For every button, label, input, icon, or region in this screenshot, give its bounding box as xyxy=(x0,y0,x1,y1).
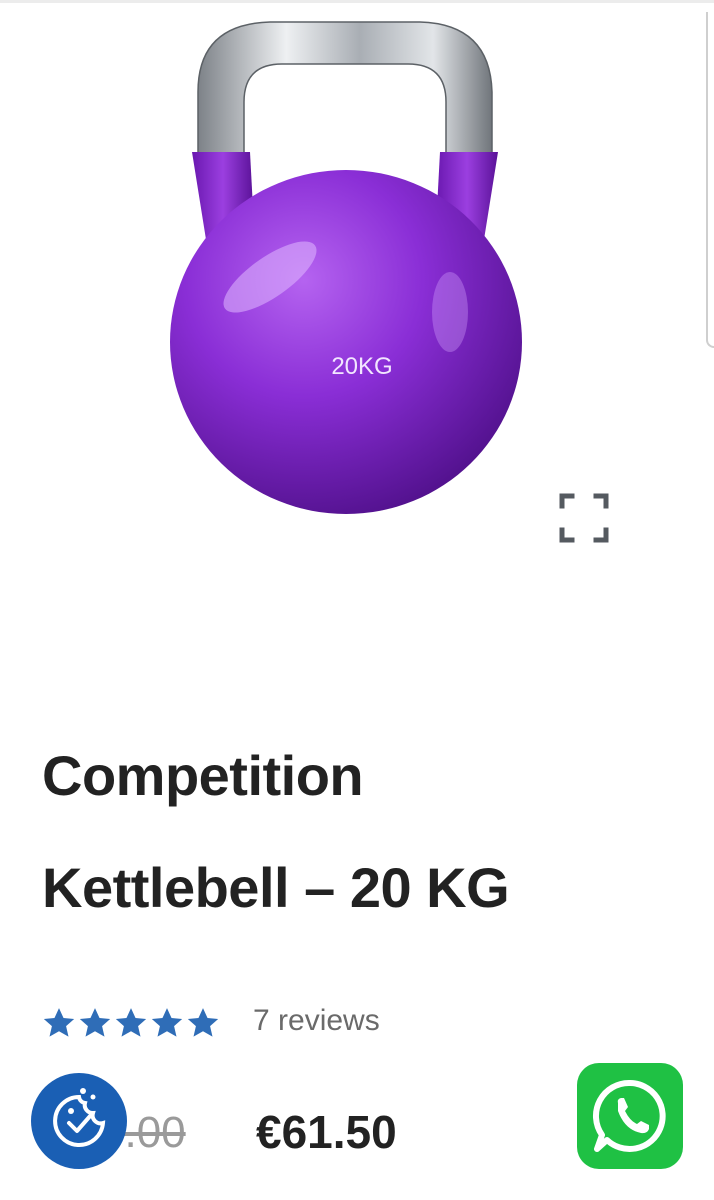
star-icon xyxy=(187,1008,219,1037)
cookie-icon xyxy=(53,1088,106,1147)
star-icon xyxy=(151,1008,183,1037)
weight-label: 20KG xyxy=(331,353,392,380)
whatsapp-button[interactable] xyxy=(577,1063,683,1169)
product-title-line2: Kettlebell – 20 KG xyxy=(42,856,510,919)
star-icon xyxy=(79,1008,111,1037)
star-icon xyxy=(43,1008,75,1037)
star-icon xyxy=(115,1008,147,1037)
expand-icon xyxy=(559,493,609,543)
whatsapp-icon xyxy=(593,1079,666,1152)
product-image: 20KG xyxy=(170,21,522,514)
current-price: €61.50 xyxy=(256,1106,397,1158)
product-title: Competition Kettlebell – 20 KG xyxy=(42,720,682,944)
product-title-line1: Competition xyxy=(42,744,364,807)
scrollbar[interactable] xyxy=(706,12,714,348)
expand-image-button[interactable] xyxy=(556,490,612,546)
rating-stars xyxy=(42,1003,220,1043)
reviews-link[interactable]: 7 reviews xyxy=(253,1003,380,1039)
top-divider xyxy=(0,0,714,3)
cookie-settings-button[interactable] xyxy=(31,1073,127,1169)
